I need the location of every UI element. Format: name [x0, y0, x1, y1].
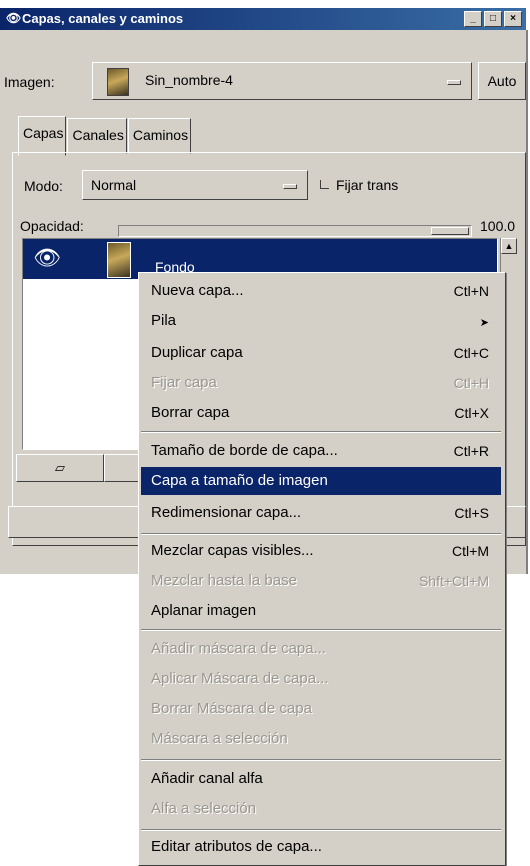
menu-item-shortcut: Ctl+S	[454, 505, 489, 521]
menu-item-borrar-capa[interactable]: Borrar capa Ctl+X	[141, 399, 501, 427]
raise-layer-button[interactable]	[104, 454, 140, 482]
menu-item-aplanar-imagen[interactable]: Aplanar imagen	[141, 597, 501, 625]
menu-item-label: Pila	[151, 312, 177, 329]
menu-item-label: Editar atributos de capa...	[151, 838, 322, 855]
menu-item-anadir-mascara-capa[interactable]: Añadir máscara de capa...	[141, 635, 501, 663]
mode-select-value: Normal	[91, 177, 137, 193]
maximize-button[interactable]: □	[484, 11, 502, 27]
opacity-value: 100.0	[480, 218, 516, 234]
window-titlebar[interactable]: 👁 Capas, canales y caminos _ □ ×	[0, 8, 526, 30]
image-select[interactable]: Sin_nombre-4	[92, 62, 472, 100]
tab-canales[interactable]: Canales	[67, 118, 127, 154]
menu-item-mezclar-capas-visibles[interactable]: Mezclar capas visibles... Ctl+M	[141, 537, 501, 565]
new-page-icon: ▱	[55, 460, 65, 475]
menu-separator	[141, 533, 501, 535]
menu-item-label: Duplicar capa	[151, 344, 243, 361]
menu-item-shortcut: Ctl+N	[453, 283, 489, 299]
menu-item-label: Añadir máscara de capa...	[151, 640, 327, 657]
dropdown-arrow-icon	[447, 80, 461, 85]
dialog-button-right[interactable]	[504, 506, 526, 538]
layer-thumbnail	[107, 242, 131, 278]
eye-icon[interactable]: 👁	[33, 245, 61, 271]
menu-item-redimensionar-capa[interactable]: Redimensionar capa... Ctl+S	[141, 499, 501, 527]
checkbox-icon	[320, 180, 329, 189]
window-controls: _ □ ×	[464, 11, 522, 27]
menu-item-shortcut: Ctl+M	[452, 543, 489, 559]
close-button[interactable]: ×	[504, 11, 522, 27]
eye-icon: 👁	[6, 11, 22, 25]
menu-item-nueva-capa[interactable]: Nueva capa... Ctl+N	[141, 277, 501, 305]
auto-button[interactable]: Auto	[478, 62, 526, 100]
menu-item-editar-atributos-capa[interactable]: Editar atributos de capa...	[141, 833, 501, 861]
menu-item-label: Borrar capa	[151, 404, 230, 421]
layer-context-menu: Nueva capa... Ctl+N Pila ➤ Duplicar capa…	[138, 272, 506, 866]
menu-item-tamano-borde-capa[interactable]: Tamaño de borde de capa... Ctl+R	[141, 437, 501, 465]
menu-item-label: Aplicar Máscara de capa...	[151, 670, 329, 687]
window-title: Capas, canales y caminos	[22, 11, 184, 26]
menu-item-label: Capa a tamaño de imagen	[151, 472, 328, 489]
opacity-label: Opacidad:	[20, 218, 84, 234]
image-label: Imagen:	[4, 74, 55, 90]
menu-item-pila[interactable]: Pila ➤	[141, 307, 501, 335]
menu-item-label: Mezclar capas visibles...	[151, 542, 314, 559]
menu-item-shortcut: Ctl+H	[453, 375, 489, 391]
menu-item-label: Aplanar imagen	[151, 602, 257, 619]
submenu-arrow-icon: ➤	[479, 317, 489, 329]
dialog-button-left[interactable]	[8, 506, 140, 538]
lock-alpha-label: Fijar trans	[336, 177, 399, 193]
mode-label: Modo:	[24, 178, 63, 194]
tab-bar: Capas Canales Caminos	[18, 116, 192, 156]
new-layer-button[interactable]: ▱	[16, 454, 104, 482]
menu-item-shortcut: Ctl+X	[454, 405, 489, 421]
menu-item-capa-a-tamano-imagen[interactable]: Capa a tamaño de imagen	[141, 467, 501, 495]
scroll-up-icon[interactable]: ▲	[501, 238, 517, 254]
menu-separator	[141, 629, 501, 631]
menu-item-shortcut: Shft+Ctl+M	[418, 573, 489, 589]
menu-item-label: Borrar Máscara de capa	[151, 700, 312, 717]
menu-item-fijar-capa[interactable]: Fijar capa Ctl+H	[141, 369, 501, 397]
lock-alpha-checkbox[interactable]: Fijar trans	[318, 176, 478, 196]
menu-item-borrar-mascara-capa[interactable]: Borrar Máscara de capa	[141, 695, 501, 723]
menu-item-shortcut: Ctl+C	[453, 345, 489, 361]
tab-capas[interactable]: Capas	[18, 116, 67, 156]
menu-separator	[141, 759, 501, 761]
tab-caminos[interactable]: Caminos	[127, 118, 192, 154]
dropdown-arrow-icon	[283, 184, 297, 189]
menu-item-label: Nueva capa...	[151, 282, 244, 299]
menu-item-label: Tamaño de borde de capa...	[151, 442, 338, 459]
image-select-value: Sin_nombre-4	[145, 72, 233, 88]
menu-item-anadir-canal-alfa[interactable]: Añadir canal alfa	[141, 765, 501, 793]
menu-item-mascara-a-seleccion[interactable]: Máscara a selección	[141, 725, 501, 753]
menu-item-label: Máscara a selección	[151, 730, 288, 747]
menu-item-mezclar-hasta-base[interactable]: Mezclar hasta la base Shft+Ctl+M	[141, 567, 501, 595]
menu-item-aplicar-mascara-capa[interactable]: Aplicar Máscara de capa...	[141, 665, 501, 693]
menu-item-label: Mezclar hasta la base	[151, 572, 297, 589]
slider-handle[interactable]	[431, 227, 469, 235]
menu-item-label: Añadir canal alfa	[151, 770, 263, 787]
menu-item-label: Redimensionar capa...	[151, 504, 302, 521]
image-thumbnail	[107, 68, 129, 96]
menu-item-label: Fijar capa	[151, 374, 217, 391]
minimize-button[interactable]: _	[464, 11, 482, 27]
menu-item-duplicar-capa[interactable]: Duplicar capa Ctl+C	[141, 339, 501, 367]
menu-item-shortcut: Ctl+R	[453, 443, 489, 459]
opacity-slider[interactable]	[118, 225, 472, 237]
menu-separator	[141, 829, 501, 831]
menu-item-label: Alfa a selección	[151, 800, 257, 817]
mode-select[interactable]: Normal	[82, 170, 308, 200]
menu-separator	[141, 431, 501, 433]
menu-item-alfa-a-seleccion[interactable]: Alfa a selección	[141, 795, 501, 823]
